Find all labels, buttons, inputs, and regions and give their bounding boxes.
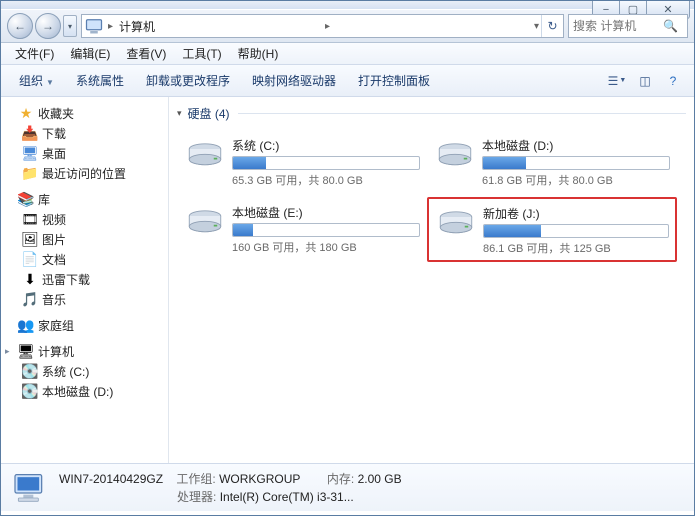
forward-button[interactable]: → xyxy=(35,13,61,39)
sidebar-item-desktop[interactable]: 🖥 桌面 xyxy=(1,143,168,163)
recent-icon: 📁 xyxy=(21,165,39,181)
command-bar: 组织▼ 系统属性 卸载或更改程序 映射网络驱动器 打开控制面板 ☰▼ ◫ ? xyxy=(1,65,694,97)
menu-bar: 文件(F) 编辑(E) 查看(V) 工具(T) 帮助(H) xyxy=(1,43,694,65)
drive-name: 系统 (C:) xyxy=(232,137,420,154)
search-box[interactable]: 🔍 xyxy=(568,14,688,38)
drive-icon: 💽 xyxy=(21,383,39,399)
star-icon: ★ xyxy=(17,105,35,121)
nav-pane[interactable]: ★ 收藏夹 📥 下载 🖥 桌面 📁 最近访问的位置 📚 库 xyxy=(1,97,169,463)
status-text: WIN7-20140429GZ 工作组: WORKGROUP 内存: 2.00 … xyxy=(59,470,402,506)
computer-icon xyxy=(9,469,51,507)
drive-free-text: 65.3 GB 可用，共 80.0 GB xyxy=(232,172,420,188)
drive-grid: 系统 (C:) 65.3 GB 可用，共 80.0 GB 本地磁盘 (D:) 61.8… xyxy=(169,124,694,264)
group-label: 硬盘 (4) xyxy=(188,105,230,122)
nav-bar: ← → ▾ ▸ 计算机 ▸ ▾ ↻ 🔍 xyxy=(1,9,694,43)
chevron-down-icon: ▼ xyxy=(46,78,54,87)
document-icon: 📄 xyxy=(21,251,39,267)
drive-name: 本地磁盘 (E:) xyxy=(232,204,420,221)
workgroup-label: 工作组: xyxy=(176,472,215,486)
hard-drive-icon xyxy=(184,135,226,177)
cpu-label: 处理器: xyxy=(177,490,216,504)
sidebar-item-downloads[interactable]: 📥 下载 xyxy=(1,123,168,143)
titlebar: − ▢ ✕ xyxy=(1,1,694,9)
breadcrumb-sep: ▸ xyxy=(106,21,115,32)
body: ★ 收藏夹 📥 下载 🖥 桌面 📁 最近访问的位置 📚 库 xyxy=(1,97,694,463)
capacity-bar xyxy=(232,223,420,237)
hard-drive-icon xyxy=(434,135,476,177)
drive-item[interactable]: 本地磁盘 (D:) 61.8 GB 可用，共 80.0 GB xyxy=(427,130,677,193)
homegroup-icon: 👥 xyxy=(17,317,35,333)
system-properties-button[interactable]: 系统属性 xyxy=(66,68,134,93)
back-button[interactable]: ← xyxy=(7,13,33,39)
sidebar-homegroup[interactable]: 👥 家庭组 xyxy=(1,315,168,335)
menu-help[interactable]: 帮助(H) xyxy=(230,43,287,64)
menu-edit[interactable]: 编辑(E) xyxy=(62,43,118,64)
sidebar-libraries[interactable]: 📚 库 xyxy=(1,189,168,209)
sidebar-item-recent[interactable]: 📁 最近访问的位置 xyxy=(1,163,168,183)
map-drive-button[interactable]: 映射网络驱动器 xyxy=(242,68,346,93)
library-icon: 📚 xyxy=(17,191,35,207)
drive-item[interactable]: 本地磁盘 (E:) 160 GB 可用，共 180 GB xyxy=(177,197,427,262)
hard-drive-icon xyxy=(435,203,477,245)
refresh-button[interactable]: ↻ xyxy=(541,15,563,37)
folder-icon: 📥 xyxy=(21,125,39,141)
drive-free-text: 160 GB 可用，共 180 GB xyxy=(232,239,420,255)
address-bar[interactable]: ▸ 计算机 ▸ ▾ ↻ xyxy=(81,14,564,38)
computer-icon xyxy=(84,16,104,36)
capacity-bar xyxy=(232,156,420,170)
computer-name: WIN7-20140429GZ xyxy=(59,472,163,486)
drive-name: 本地磁盘 (D:) xyxy=(482,137,670,154)
control-panel-button[interactable]: 打开控制面板 xyxy=(348,68,440,93)
download-icon: ⬇ xyxy=(21,271,39,287)
address-dropdown-icon[interactable]: ▾ xyxy=(532,21,541,32)
sidebar-computer[interactable]: ▸ 🖥 计算机 xyxy=(1,341,168,361)
collapse-icon: ▾ xyxy=(177,108,182,119)
sidebar-item-pictures[interactable]: 🖼 图片 xyxy=(1,229,168,249)
drive-free-text: 61.8 GB 可用，共 80.0 GB xyxy=(482,172,670,188)
picture-icon: 🖼 xyxy=(21,231,39,247)
computer-icon: 🖥 xyxy=(17,343,35,359)
sidebar-item-videos[interactable]: 🎞 视频 xyxy=(1,209,168,229)
video-icon: 🎞 xyxy=(21,211,39,227)
view-mode-button[interactable]: ☰▼ xyxy=(604,69,630,93)
workgroup-value: WORKGROUP xyxy=(219,472,300,486)
drive-name: 新加卷 (J:) xyxy=(483,205,669,222)
sidebar-item-documents[interactable]: 📄 文档 xyxy=(1,249,168,269)
search-icon: 🔍 xyxy=(663,19,678,33)
capacity-bar xyxy=(483,224,669,238)
uninstall-button[interactable]: 卸载或更改程序 xyxy=(136,68,240,93)
hard-drive-icon xyxy=(184,202,226,244)
cpu-value: Intel(R) Core(TM) i3-31... xyxy=(220,490,354,504)
menu-view[interactable]: 查看(V) xyxy=(118,43,174,64)
music-icon: 🎵 xyxy=(21,291,39,307)
sidebar-item-music[interactable]: 🎵 音乐 xyxy=(1,289,168,309)
preview-pane-button[interactable]: ◫ xyxy=(632,69,658,93)
breadcrumb[interactable]: 计算机 xyxy=(115,18,323,35)
search-input[interactable] xyxy=(573,19,663,33)
drive-icon: 💽 xyxy=(21,363,39,379)
sidebar-item-drive-c[interactable]: 💽 系统 (C:) xyxy=(1,361,168,381)
help-button[interactable]: ? xyxy=(660,69,686,93)
nav-history-dropdown[interactable]: ▾ xyxy=(63,15,77,37)
drive-item[interactable]: 新加卷 (J:) 86.1 GB 可用，共 125 GB xyxy=(427,197,677,262)
sidebar-favorites[interactable]: ★ 收藏夹 xyxy=(1,103,168,123)
group-header-drives[interactable]: ▾ 硬盘 (4) xyxy=(169,103,694,124)
expand-icon: ▸ xyxy=(5,346,17,357)
memory-label: 内存: xyxy=(327,472,354,486)
nav-buttons: ← → ▾ xyxy=(7,13,77,39)
memory-value: 2.00 GB xyxy=(358,472,402,486)
sidebar-item-xunlei[interactable]: ⬇ 迅雷下载 xyxy=(1,269,168,289)
drive-free-text: 86.1 GB 可用，共 125 GB xyxy=(483,240,669,256)
content-pane[interactable]: ▾ 硬盘 (4) 系统 (C:) 65.3 GB 可用，共 80.0 GB 本地磁盘… xyxy=(169,97,694,463)
menu-file[interactable]: 文件(F) xyxy=(7,43,62,64)
menu-tools[interactable]: 工具(T) xyxy=(174,43,229,64)
drive-item[interactable]: 系统 (C:) 65.3 GB 可用，共 80.0 GB xyxy=(177,130,427,193)
breadcrumb-sep: ▸ xyxy=(323,21,332,32)
capacity-bar xyxy=(482,156,670,170)
sidebar-item-drive-d[interactable]: 💽 本地磁盘 (D:) xyxy=(1,381,168,401)
details-pane: WIN7-20140429GZ 工作组: WORKGROUP 内存: 2.00 … xyxy=(1,463,694,511)
organize-button[interactable]: 组织▼ xyxy=(9,68,64,93)
desktop-icon: 🖥 xyxy=(21,145,39,161)
